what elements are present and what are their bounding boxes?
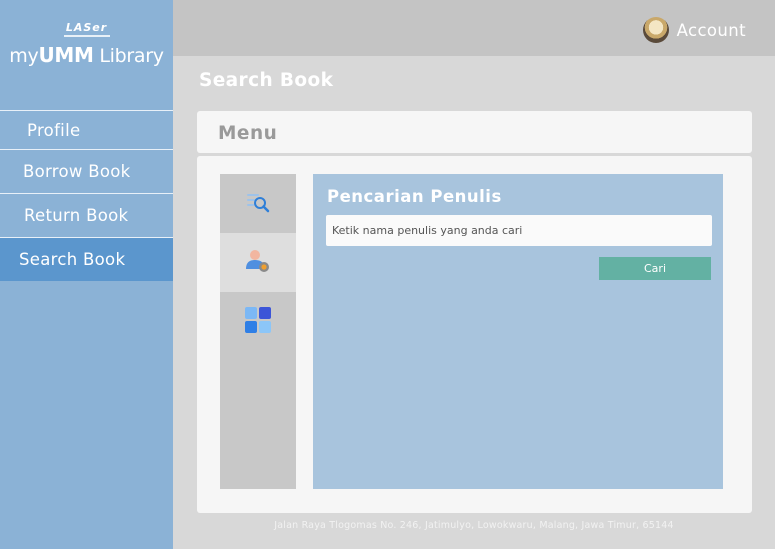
page-title: Search Book [199,70,334,91]
search-list-icon [245,191,271,217]
brand-title: myUMM Library [0,43,173,67]
brand-title-bold: UMM [38,43,94,67]
brand-title-prefix: my [9,45,39,67]
author-search-icon [244,248,272,278]
menu-title: Menu [218,123,278,144]
sidebar: LASer myUMM Library Profile Borrow Book … [0,0,173,549]
tool-author-search[interactable] [220,233,296,292]
form-title: Pencarian Penulis [327,187,502,206]
brand-title-suffix: Library [93,45,164,67]
top-bar: Account [173,0,775,56]
brand-mark: LASer [65,21,108,34]
author-search-input[interactable] [326,215,712,246]
sidebar-item-label: Borrow Book [23,162,131,181]
sidebar-item-profile[interactable]: Profile [0,110,173,149]
footer-address: Jalan Raya Tlogomas No. 246, Jatimulyo, … [274,520,674,531]
sidebar-item-borrow-book[interactable]: Borrow Book [0,149,173,193]
sidebar-item-label: Return Book [24,206,129,225]
sidebar-item-search-book[interactable]: Search Book [0,237,173,281]
sidebar-item-return-book[interactable]: Return Book [0,193,173,237]
account-menu[interactable]: Account [642,17,746,43]
sidebar-item-label: Search Book [19,250,126,269]
avatar [642,17,669,43]
author-search-panel: Pencarian Penulis Cari [313,174,723,489]
account-label: Account [676,20,746,40]
sidebar-nav: Profile Borrow Book Return Book Search B… [0,110,173,281]
menu-header-card: Menu [197,111,752,153]
search-button[interactable]: Cari [599,257,711,280]
brand-mark-underline [63,35,110,37]
sidebar-item-label: Profile [27,120,81,140]
tool-grid[interactable] [220,292,296,351]
tool-search-list[interactable] [220,174,296,233]
grid-icon [244,306,272,338]
tool-rail [220,174,296,489]
brand-logo[interactable]: LASer myUMM Library [0,21,173,68]
